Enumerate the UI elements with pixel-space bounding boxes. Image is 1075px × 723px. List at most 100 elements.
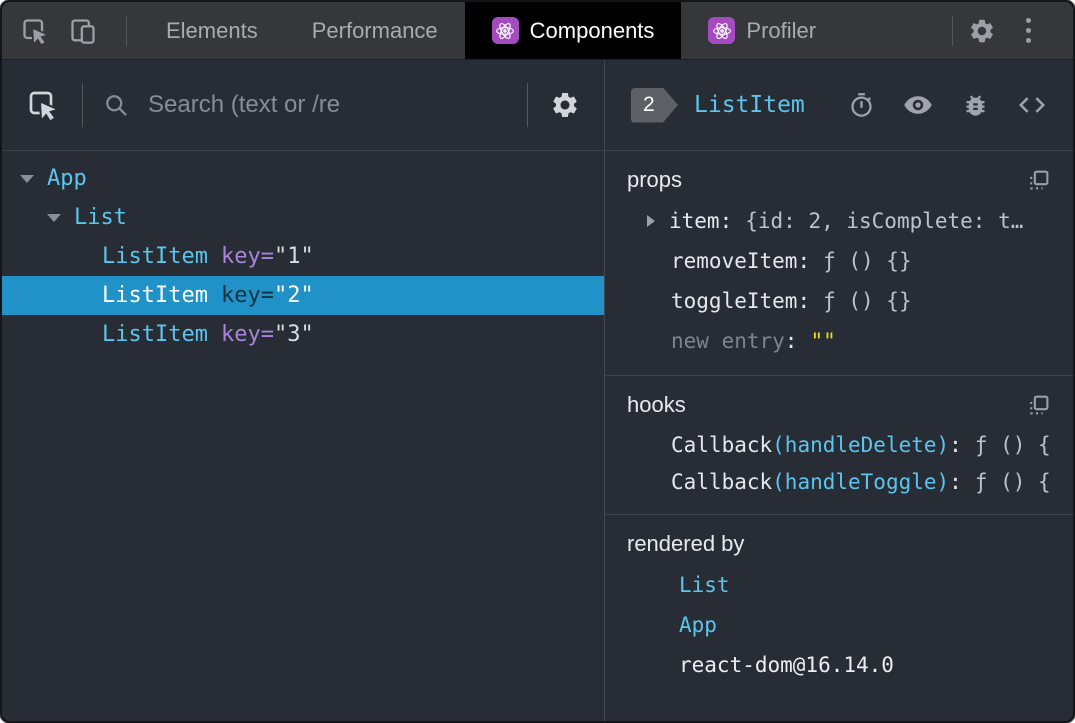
chevron-right-icon[interactable] bbox=[647, 215, 655, 227]
renderer-version: react-dom@16.14.0 bbox=[679, 653, 894, 677]
selected-component-title: ListItem bbox=[694, 92, 805, 118]
owner-index-badge: 2 bbox=[631, 87, 678, 123]
prop-row-toggleitem: toggleItem: ƒ () {} bbox=[627, 281, 1051, 321]
tree-pane: App List ListItem key= "1" ListItem key=… bbox=[2, 60, 605, 721]
tab-elements[interactable]: Elements bbox=[139, 2, 285, 59]
tree-row-listitem-2-selected[interactable]: ListItem key= "2" bbox=[2, 276, 604, 315]
prop-row-item[interactable]: item: {id: 2, isComplete: t… bbox=[627, 201, 1051, 241]
component-name: App bbox=[47, 166, 87, 191]
inspect-cursor-icon bbox=[29, 91, 59, 121]
react-logo-icon bbox=[708, 17, 736, 44]
hook-row-handletoggle: Callback(handleToggle): ƒ () {} bbox=[627, 463, 1051, 500]
key-value: "3" bbox=[273, 322, 314, 347]
rendered-by-head: rendered by bbox=[627, 531, 1051, 557]
component-tree: App List ListItem key= "1" ListItem key=… bbox=[2, 151, 604, 721]
key-attribute: key= bbox=[220, 283, 274, 308]
settings-gear-button[interactable] bbox=[965, 14, 999, 48]
section-title: props bbox=[627, 167, 683, 192]
prop-value: ƒ () {} bbox=[823, 249, 912, 273]
tab-components[interactable]: Components bbox=[464, 2, 682, 59]
topbar-divider bbox=[126, 15, 127, 46]
kebab-dot bbox=[1025, 38, 1031, 43]
kebab-dot bbox=[1025, 18, 1031, 23]
component-name: ListItem bbox=[102, 244, 208, 269]
tree-row-listitem-3[interactable]: ListItem key= "3" bbox=[2, 315, 604, 354]
tree-row-listitem-1[interactable]: ListItem key= "1" bbox=[2, 237, 604, 276]
search-input[interactable] bbox=[146, 90, 486, 120]
colon: : bbox=[797, 249, 811, 273]
tree-row-list[interactable]: List bbox=[2, 198, 604, 237]
search-area bbox=[103, 90, 507, 120]
select-element-button[interactable] bbox=[24, 86, 62, 124]
bug-icon bbox=[966, 94, 984, 116]
view-source-button[interactable] bbox=[1017, 90, 1047, 120]
log-to-console-button[interactable] bbox=[960, 90, 990, 120]
topbar-divider bbox=[952, 15, 953, 46]
suspend-toggle-button[interactable] bbox=[846, 90, 876, 120]
section-title: hooks bbox=[627, 392, 686, 417]
copy-hooks-button[interactable] bbox=[1025, 392, 1051, 418]
tab-label: Components bbox=[529, 17, 655, 43]
hook-value: ƒ () {} bbox=[974, 469, 1051, 494]
colon: : bbox=[719, 209, 733, 233]
key-attribute: key= bbox=[220, 244, 274, 269]
component-name: ListItem bbox=[102, 322, 208, 347]
hook-name: Callback bbox=[671, 432, 773, 457]
colon: : bbox=[949, 469, 962, 494]
colon: : bbox=[949, 432, 962, 457]
prop-name: removeItem bbox=[671, 249, 798, 273]
tab-performance[interactable]: Performance bbox=[285, 2, 465, 59]
view-settings-button[interactable] bbox=[548, 88, 582, 122]
key-attribute: key= bbox=[220, 322, 274, 347]
prop-name: item bbox=[669, 209, 720, 233]
copy-props-button[interactable] bbox=[1025, 167, 1051, 193]
device-toolbar-icon bbox=[71, 18, 95, 44]
more-options-button[interactable] bbox=[1013, 14, 1043, 48]
gear-icon bbox=[553, 93, 577, 117]
chevron-down-icon[interactable] bbox=[20, 174, 34, 183]
prop-name: toggleItem bbox=[671, 289, 798, 313]
colon: : bbox=[797, 289, 811, 313]
hook-callback-name: (handleDelete) bbox=[772, 432, 950, 457]
details-header: 2 ListItem bbox=[605, 60, 1073, 151]
details-pane: 2 ListItem props item: {id: 2, isComple… bbox=[605, 60, 1073, 721]
section-title: rendered by bbox=[627, 531, 745, 556]
tab-label: Performance bbox=[311, 17, 438, 43]
tree-row-app[interactable]: App bbox=[2, 159, 604, 198]
prop-row-removeitem: removeItem: ƒ () {} bbox=[627, 241, 1051, 281]
tab-profiler[interactable]: Profiler bbox=[681, 2, 843, 59]
rendered-by-item: react-dom@16.14.0 bbox=[627, 645, 1051, 685]
colon: : bbox=[784, 329, 798, 353]
prop-value: {id: 2, isComplete: t… bbox=[745, 209, 1024, 233]
prop-value: ƒ () {} bbox=[823, 289, 912, 313]
chevron-down-icon[interactable] bbox=[47, 213, 61, 222]
tree-toolbar bbox=[2, 60, 604, 151]
rendered-by-item[interactable]: App bbox=[627, 605, 1051, 645]
component-name: ListItem bbox=[102, 283, 208, 308]
inspect-dom-button[interactable] bbox=[903, 90, 933, 120]
search-icon bbox=[106, 94, 127, 116]
tab-label: Elements bbox=[166, 17, 258, 43]
tab-label: Profiler bbox=[746, 17, 817, 43]
owner-link-app[interactable]: App bbox=[679, 613, 717, 637]
code-brackets-icon bbox=[1018, 97, 1046, 113]
hook-name: Callback bbox=[671, 469, 773, 494]
props-section-head: props bbox=[627, 167, 1051, 193]
new-entry-name[interactable]: new entry bbox=[671, 329, 785, 353]
component-name: List bbox=[74, 205, 127, 230]
copy-icon bbox=[1029, 395, 1048, 414]
inspect-element-button[interactable] bbox=[18, 14, 52, 48]
rendered-by-item[interactable]: List bbox=[627, 565, 1051, 605]
device-toolbar-button[interactable] bbox=[66, 14, 100, 48]
react-logo-icon bbox=[491, 17, 519, 44]
prop-row-new-entry[interactable]: new entry: "" bbox=[627, 321, 1051, 361]
topbar-right-icons bbox=[940, 2, 1073, 59]
toolbar-divider bbox=[527, 83, 528, 127]
new-entry-value[interactable]: "" bbox=[810, 329, 835, 353]
key-value: "2" bbox=[273, 283, 314, 308]
stopwatch-icon bbox=[850, 92, 872, 117]
copy-icon bbox=[1029, 170, 1048, 189]
owner-link-list[interactable]: List bbox=[679, 573, 730, 597]
key-value: "1" bbox=[273, 244, 314, 269]
topbar-left-icons bbox=[2, 2, 139, 59]
